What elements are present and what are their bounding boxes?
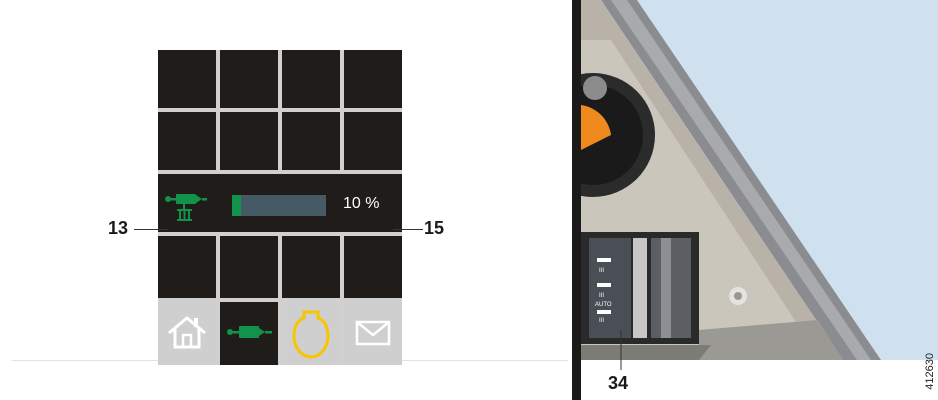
envelope-icon: [355, 320, 391, 346]
heater-progress-bar: [232, 195, 326, 216]
display-cell: [158, 50, 216, 108]
display-cell: [344, 112, 402, 170]
callout-15-line: [393, 229, 423, 230]
display-cell: [344, 236, 402, 298]
svg-text:AUTO: AUTO: [595, 302, 612, 308]
display-cell: [220, 112, 278, 170]
callout-15: 15: [424, 218, 445, 238]
callout-34: 34: [608, 373, 629, 393]
menu-button-messages[interactable]: [344, 302, 402, 365]
auxiliary-heater-icon: [227, 326, 272, 338]
figure-divider: [572, 0, 581, 400]
svg-text:III: III: [599, 318, 604, 324]
display-cell: [158, 112, 216, 170]
dashboard-drawing: III III AUTO III: [581, 0, 938, 400]
engine-icon: [292, 310, 330, 359]
menu-button-auxiliary-heater[interactable]: [220, 302, 278, 365]
svg-text:III: III: [599, 268, 604, 274]
callout-13: 13: [108, 218, 129, 238]
display-cell: [282, 236, 340, 298]
instrument-display: 10 %: [158, 50, 402, 365]
menu-button-home[interactable]: [158, 302, 216, 365]
heater-progress-fill: [232, 195, 241, 216]
display-cell: [344, 50, 402, 108]
display-cell: [282, 112, 340, 170]
display-cell: [158, 236, 216, 298]
svg-text:III: III: [599, 293, 604, 299]
display-cell: [220, 236, 278, 298]
display-cell: [220, 50, 278, 108]
home-icon: [168, 316, 206, 349]
menu-button-engine[interactable]: [282, 302, 340, 365]
display-cell: [282, 50, 340, 108]
dashboard-switch-illustration: III III AUTO III: [581, 0, 938, 400]
callout-13-line: [134, 229, 168, 230]
document-id: 412630: [924, 353, 936, 390]
heater-level-3-icon: [165, 194, 207, 221]
heater-progress-percent: 10 %: [343, 195, 380, 212]
